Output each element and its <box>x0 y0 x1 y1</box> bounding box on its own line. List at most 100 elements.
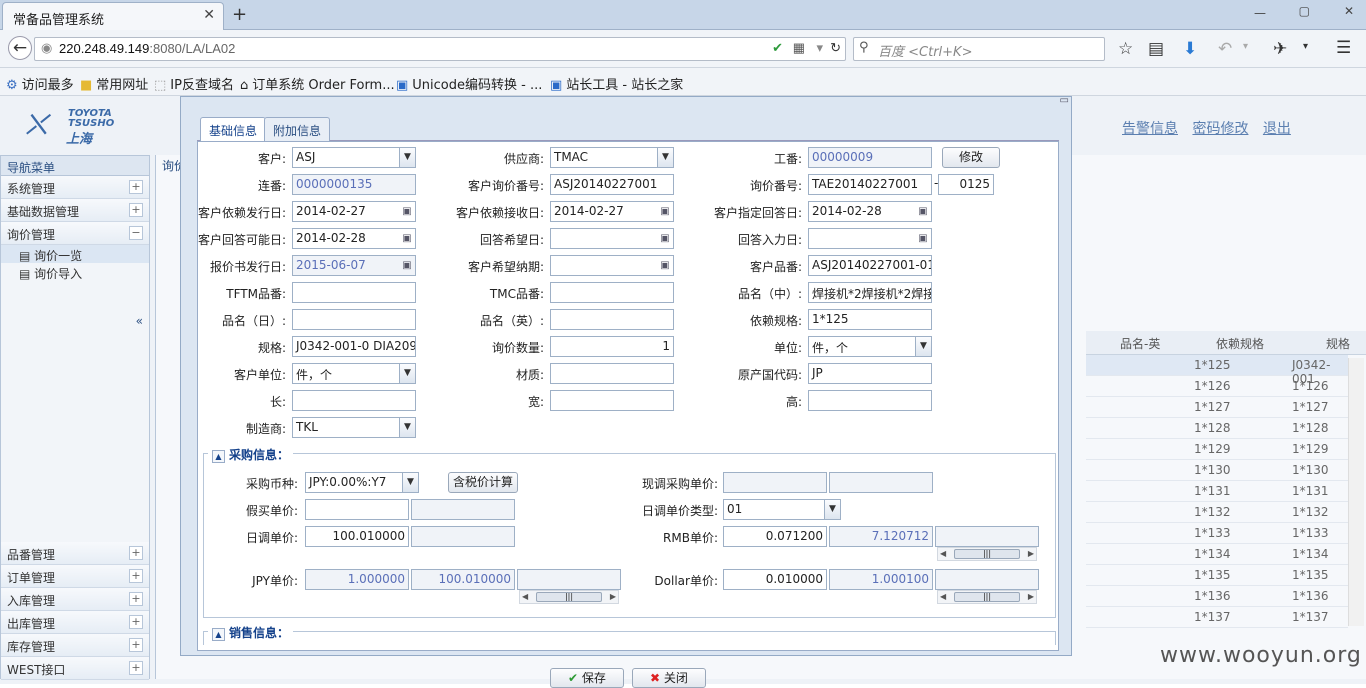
maker-select[interactable]: TKL ▼ <box>292 417 416 438</box>
receive-date-field[interactable]: 2014-02-27 ▣ <box>550 201 674 222</box>
sidebar-item-parts[interactable]: 品番管理 + <box>1 542 149 565</box>
scroll-left-icon[interactable]: ◀ <box>940 548 946 560</box>
browser-tab[interactable]: 常备品管理系统 ✕ <box>2 2 224 30</box>
scroll-left-icon[interactable]: ◀ <box>940 591 946 603</box>
table-row[interactable]: 1*137 1*137 <box>1086 607 1348 628</box>
bookmark-ip-lookup[interactable]: ⬚ IP反查域名 <box>154 74 234 93</box>
url-bar[interactable]: ◉ 220.248.49.149:8080/LA/LA02 ✔ ▦ ▾ ↻ <box>34 37 846 61</box>
entry-date-field[interactable]: ▣ <box>808 228 932 249</box>
expand-icon[interactable]: + <box>129 569 143 583</box>
chevron-down-icon[interactable]: ▼ <box>399 148 415 167</box>
bookmark-unicode[interactable]: ▣ Unicode编码转换 - ... <box>396 74 542 93</box>
calendar-icon[interactable]: ▣ <box>400 230 414 247</box>
scroll-right-icon[interactable]: ▶ <box>610 591 616 603</box>
sidebar-item-inquiry[interactable]: 询价管理 − <box>1 222 149 245</box>
table-row[interactable]: 1*133 1*133 <box>1086 523 1348 544</box>
undo-dropdown-icon[interactable]: ▾ <box>1243 41 1248 52</box>
collapse-icon[interactable]: ▲ <box>212 450 225 463</box>
sidebar-item-inbound[interactable]: 入库管理 + <box>1 588 149 611</box>
quantity-field[interactable]: 1 <box>550 336 674 357</box>
qr-icon[interactable]: ▦ <box>793 40 805 56</box>
expand-icon[interactable]: + <box>129 615 143 629</box>
dialog-close-icon[interactable]: ▭ <box>1060 95 1069 106</box>
bookmark-most-visited[interactable]: ⚙ 访问最多 <box>6 74 74 93</box>
scroll-left-icon[interactable]: ◀ <box>522 591 528 603</box>
calendar-icon[interactable]: ▣ <box>400 203 414 220</box>
sidebar-item-orders[interactable]: 订单管理 + <box>1 565 149 588</box>
menu-icon[interactable]: ☰ <box>1336 38 1351 58</box>
cust-inquiry-no-field[interactable]: ASJ20140227001 <box>550 174 674 195</box>
col-header-spec-req[interactable]: 依赖规格 <box>1216 335 1264 352</box>
unit-select[interactable]: 件，个 ▼ <box>808 336 932 357</box>
table-row[interactable]: 1*132 1*132 <box>1086 502 1348 523</box>
sidebar-item-stock[interactable]: 库存管理 + <box>1 634 149 657</box>
star-icon[interactable]: ☆ <box>1118 39 1133 59</box>
tmc-field[interactable] <box>550 282 674 303</box>
scroll-right-icon[interactable]: ▶ <box>1028 591 1034 603</box>
scroll-thumb[interactable]: ||| <box>954 549 1020 559</box>
price-type-select[interactable]: 01 ▼ <box>723 499 841 520</box>
scroll-thumb[interactable]: ||| <box>536 592 602 602</box>
scroll-right-icon[interactable]: ▶ <box>1028 548 1034 560</box>
modify-button[interactable]: 修改 <box>942 147 1000 168</box>
table-row[interactable]: 1*128 1*128 <box>1086 418 1348 439</box>
name-cn-field[interactable]: 焊接机*2焊接机*2焊接机 <box>808 282 932 303</box>
calendar-icon[interactable]: ▣ <box>916 203 930 220</box>
sidebar-sub-inquiry-import[interactable]: ▤ 询价导入 <box>1 263 149 281</box>
sidebar-item-west[interactable]: WEST接口 + <box>1 657 149 680</box>
calendar-icon[interactable]: ▣ <box>658 257 672 274</box>
sidebar-sub-inquiry-list[interactable]: ▤ 询价一览 <box>1 245 149 263</box>
download-icon[interactable]: ⬇ <box>1183 39 1197 59</box>
cust-unit-select[interactable]: 件，个 ▼ <box>292 363 416 384</box>
usd-price-field[interactable]: 0.010000 <box>723 569 827 590</box>
fake-price-field[interactable] <box>305 499 409 520</box>
scroll-thumb[interactable]: ||| <box>954 592 1020 602</box>
expand-icon[interactable]: + <box>129 661 143 675</box>
name-en-field[interactable] <box>550 309 674 330</box>
spec-field[interactable]: J0342-001-0 DIA209C <box>292 336 416 357</box>
sidebar-item-outbound[interactable]: 出库管理 + <box>1 611 149 634</box>
table-row[interactable]: 1*127 1*127 <box>1086 397 1348 418</box>
back-icon[interactable]: ← <box>8 36 32 60</box>
supplier-select[interactable]: TMAC ▼ <box>550 147 674 168</box>
chevron-down-icon[interactable]: ▼ <box>657 148 673 167</box>
daily-price-field[interactable]: 100.010000 <box>305 526 409 547</box>
undo-icon[interactable]: ↶ <box>1218 39 1232 59</box>
sidebar-item-system[interactable]: 系统管理 + <box>1 176 149 199</box>
table-row[interactable]: 1*136 1*136 <box>1086 586 1348 607</box>
designated-date-field[interactable]: 2014-02-28 ▣ <box>808 201 932 222</box>
width-field[interactable] <box>550 390 674 411</box>
close-button[interactable]: ✖ 关闭 <box>632 668 706 688</box>
expand-icon[interactable]: + <box>129 546 143 560</box>
chevron-down-icon[interactable]: ▼ <box>402 473 418 492</box>
tab-extra-info[interactable]: 附加信息 <box>264 117 331 141</box>
usd-hscroll[interactable]: ◀ ||| ▶ <box>937 590 1037 604</box>
sidebar-item-basedata[interactable]: 基础数据管理 + <box>1 199 149 222</box>
cust-part-no-field[interactable]: ASJ20140227001-01 <box>808 255 932 276</box>
table-row[interactable]: 1*129 1*129 <box>1086 439 1348 460</box>
table-row[interactable]: 1*125 J0342-001 <box>1086 355 1348 386</box>
inquiry-no-field[interactable]: TAE20140227001 <box>808 174 932 195</box>
expand-icon[interactable]: + <box>129 180 143 194</box>
tab-basic-info[interactable]: 基础信息 <box>200 117 267 141</box>
close-tab-icon[interactable]: ✕ <box>203 7 215 23</box>
delivery-date-field[interactable]: ▣ <box>550 255 674 276</box>
jpy-hscroll[interactable]: ◀ ||| ▶ <box>519 590 619 604</box>
chevron-down-icon[interactable]: ▼ <box>399 364 415 383</box>
possible-date-field[interactable]: 2014-02-28 ▣ <box>292 228 416 249</box>
reload-icon[interactable]: ↻ <box>830 40 841 56</box>
addon-icon[interactable]: ✈ <box>1273 39 1287 59</box>
length-field[interactable] <box>292 390 416 411</box>
collapse-icon[interactable]: « <box>136 314 143 328</box>
addon-dropdown-icon[interactable]: ▾ <box>1303 41 1308 52</box>
currency-select[interactable]: JPY:0.00%:Y7 ▼ <box>305 472 419 493</box>
expand-icon[interactable]: + <box>129 592 143 606</box>
bookmark-common-sites[interactable]: ■ 常用网址 <box>80 74 148 93</box>
col-header-spec[interactable]: 规格 <box>1326 335 1350 352</box>
hope-date-field[interactable]: ▣ <box>550 228 674 249</box>
customer-select[interactable]: ASJ ▼ <box>292 147 416 168</box>
origin-field[interactable]: JP <box>808 363 932 384</box>
height-field[interactable] <box>808 390 932 411</box>
maximize-icon[interactable]: ▢ <box>1299 4 1310 18</box>
tax-calc-button[interactable]: 含税价计算 <box>448 472 518 493</box>
